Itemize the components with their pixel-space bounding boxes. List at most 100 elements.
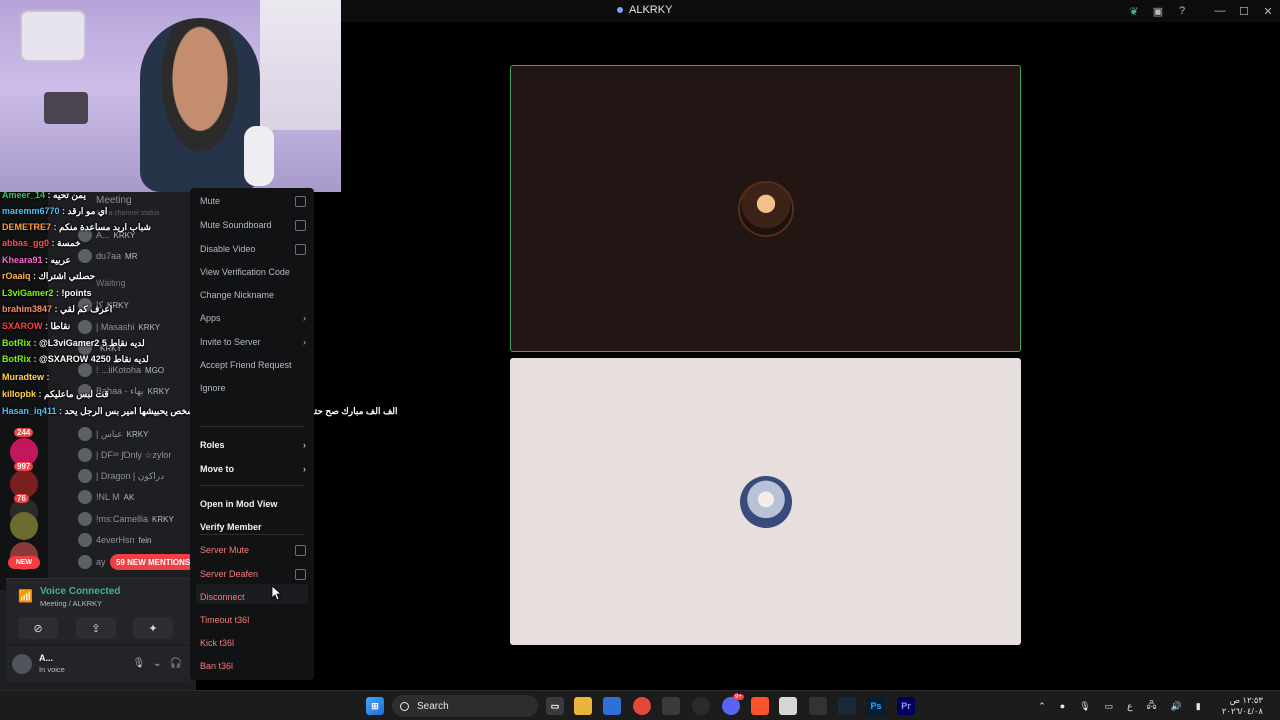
chat-message: rOaaiq : حصلتي اشتراك (2, 271, 96, 281)
tray-icon[interactable]: ▭ (1098, 701, 1121, 712)
voice-status[interactable]: Voice Connected (40, 586, 120, 597)
new-badge[interactable]: NEW (8, 556, 40, 569)
menu-item-change-nickname[interactable]: Change Nickname (200, 286, 306, 304)
checkbox[interactable] (295, 219, 306, 231)
copilot-icon[interactable] (662, 697, 680, 715)
title-bar-controls: ❦ ▣ ? — ☐ ✕ (1122, 0, 1280, 22)
member-row[interactable]: | عباس KRKY (78, 426, 148, 442)
member-row[interactable]: !ms:Camellia KRKY (78, 511, 174, 527)
chevron-down-icon[interactable]: ⌄ (153, 658, 161, 669)
user-panel: A... In voice 🎙 ⌄ 🎧 (6, 646, 190, 682)
task-view-icon[interactable]: ▭ (546, 697, 564, 715)
menu-item-disable-video[interactable]: Disable Video (200, 240, 306, 258)
microphone-icon[interactable]: 🎙 (1072, 701, 1097, 712)
file-explorer-icon[interactable] (574, 697, 592, 715)
checkbox[interactable] (295, 243, 306, 255)
member-row[interactable]: | Dragon | دراكون (78, 468, 164, 484)
checkbox[interactable] (295, 195, 306, 207)
menu-item-label: Ignore (200, 383, 226, 393)
participant-tile[interactable] (510, 358, 1021, 645)
menu-item-ban-t36l[interactable]: Ban t36l (200, 657, 306, 675)
member-row[interactable]: Waiting (96, 275, 126, 291)
minimize-button[interactable]: — (1208, 0, 1232, 22)
steam-icon[interactable] (692, 697, 710, 715)
brave-icon[interactable] (751, 697, 769, 715)
menu-item-accept-friend-request[interactable]: Accept Friend Request (200, 356, 306, 374)
member-row[interactable]: | Masashi KRKY (78, 319, 160, 335)
voice-location[interactable]: Meeting / ALKRKY (40, 599, 102, 608)
chat-user: abbas_gg0 (2, 238, 50, 248)
member-name: | عباس (96, 428, 123, 439)
checkbox[interactable] (295, 544, 306, 556)
volume-icon[interactable]: 🔊 (1164, 701, 1189, 712)
chrome-icon[interactable] (633, 697, 651, 715)
participant-tile-speaking[interactable] (510, 65, 1021, 352)
capcut-icon[interactable] (809, 697, 827, 715)
member-tag: MGO (145, 365, 165, 375)
avatar (78, 427, 92, 441)
member-row[interactable]: du7aa MR (78, 248, 137, 264)
headphones-icon[interactable]: 🎧 (170, 658, 182, 669)
tray-app-icon[interactable]: ● (1053, 701, 1072, 711)
clock[interactable]: ١٢:٥٣ ص ٢٠٢٦/٠٤/٠٨ (1208, 695, 1280, 717)
chat-user: maremm6770 (2, 206, 60, 216)
menu-item-mute-soundboard[interactable]: Mute Soundboard (200, 216, 306, 234)
member-name: ay (96, 557, 106, 567)
microphone-icon[interactable]: 🎙 (132, 658, 145, 669)
taskbar-search[interactable]: Search (392, 695, 538, 717)
menu-item-timeout-t36l[interactable]: Timeout t36l (200, 611, 306, 629)
signal-icon[interactable]: 📶 (18, 589, 33, 603)
chat-message: L3viGamer2 : !points (2, 288, 92, 298)
avatar[interactable] (12, 654, 32, 674)
menu-item-view-verification-code[interactable]: View Verification Code (200, 263, 306, 281)
menu-item-server-mute[interactable]: Server Mute (200, 541, 306, 559)
member-row[interactable]: | DFˢˣ ʃOnly ☆zylor (78, 447, 171, 463)
chat-user: BotRix (2, 338, 31, 348)
screen-share-button[interactable]: ⇪ (76, 617, 116, 639)
chat-message: BotRix : @L3viGamer2 لديه نقاط 5 (2, 338, 145, 348)
menu-item-mute[interactable]: Mute (200, 192, 306, 210)
premiere-icon[interactable]: Pr (897, 697, 915, 715)
menu-item-open-in-mod-view[interactable]: Open in Mod View (200, 495, 306, 513)
network-icon[interactable]: 🖧 (1140, 698, 1164, 714)
photoshop-icon[interactable]: Ps (867, 697, 885, 715)
menu-item-move-to[interactable]: Move to › (200, 460, 306, 478)
channel-name[interactable]: Meeting (96, 195, 132, 206)
member-name: du7aa (96, 251, 122, 261)
help-icon[interactable]: ? (1170, 0, 1194, 22)
camera-off-button[interactable]: ⊘ (18, 617, 58, 639)
menu-item-disconnect[interactable]: Disconnect (200, 588, 306, 606)
screen-share-icon[interactable]: ▣ (1146, 0, 1170, 22)
checkbox[interactable] (295, 568, 306, 580)
user-name: A... (39, 653, 54, 663)
new-mentions-pill[interactable]: 59 NEW MENTIONS (110, 554, 197, 570)
steam-app-icon[interactable] (838, 697, 856, 715)
member-row[interactable]: !NL M AK (78, 489, 134, 505)
menu-item-apps[interactable]: Apps › (200, 309, 306, 327)
clock-date: ٢٠٢٦/٠٤/٠٨ (1221, 706, 1263, 716)
chat-text: @L3viGamer2 لديه نقاط 5 (39, 338, 145, 348)
notepad-icon[interactable] (779, 697, 797, 715)
store-icon[interactable] (603, 697, 621, 715)
chevron-up-icon[interactable]: ⌃ (1031, 701, 1053, 712)
battery-icon[interactable]: ▮ (1189, 701, 1208, 712)
menu-item-kick-t36l[interactable]: Kick t36l (200, 634, 306, 652)
activities-button[interactable]: ✦ (133, 617, 173, 639)
menu-separator (200, 534, 304, 535)
member-row[interactable]: ay (78, 554, 106, 570)
leaf-icon[interactable]: ❦ (1122, 0, 1146, 22)
menu-item-roles[interactable]: Roles › (200, 436, 306, 454)
chat-text: خمسة (57, 238, 81, 248)
input-language[interactable]: ع (1120, 701, 1139, 712)
menu-item-ignore[interactable]: Ignore (200, 379, 306, 397)
member-row[interactable]: 4everHsn fein (78, 532, 151, 548)
maximize-button[interactable]: ☐ (1232, 0, 1256, 22)
window-title: ALKRKY (617, 4, 672, 16)
member-name: Waiting (96, 278, 126, 288)
menu-item-server-deafen[interactable]: Server Deafen (200, 565, 306, 583)
server-icon[interactable] (10, 512, 38, 540)
windows-start-icon[interactable]: ⊞ (366, 697, 384, 715)
wall-frame (44, 92, 88, 124)
close-button[interactable]: ✕ (1256, 0, 1280, 22)
menu-item-invite-to-server[interactable]: Invite to Server › (200, 333, 306, 351)
